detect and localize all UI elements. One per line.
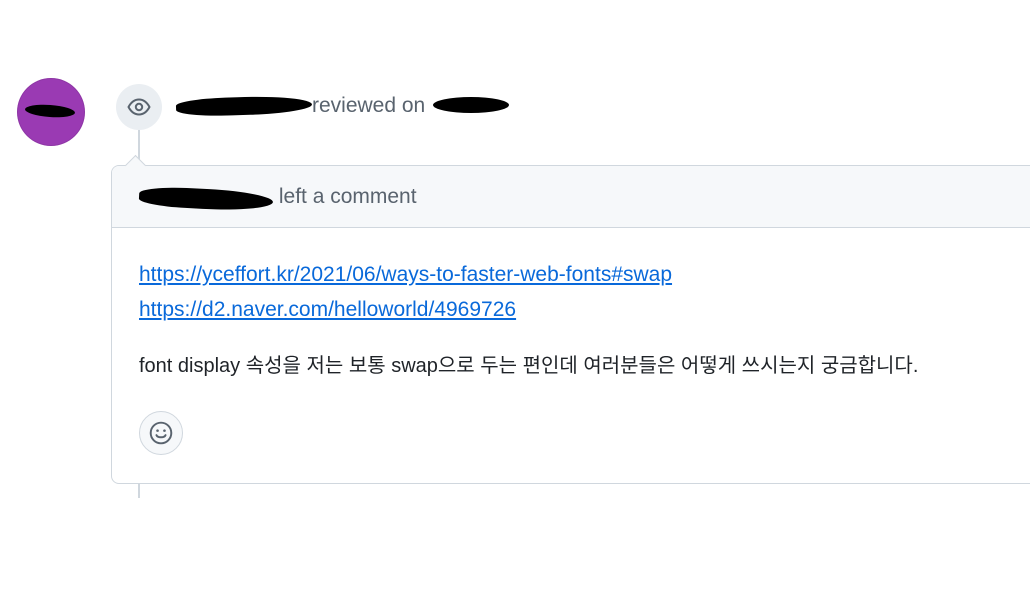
comment-link-yceffort[interactable]: https://yceffort.kr/2021/06/ways-to-fast… [139,257,1030,292]
eye-icon [127,98,151,116]
add-reaction-button[interactable] [139,411,183,455]
date-redaction [431,95,511,115]
author-redaction [175,94,313,118]
timeline-badge [116,84,162,130]
avatar-redaction [24,103,76,119]
timeline-connector-bottom [138,482,140,498]
commenter-redaction [138,185,274,213]
comment-header: left a comment [112,166,1030,228]
timeline-stage: reviewed on left a comment https://yceff… [0,0,1030,606]
comment-body: https://yceffort.kr/2021/06/ways-to-fast… [112,228,1030,380]
comment-box: left a comment https://yceffort.kr/2021/… [111,165,1030,484]
comment-header-text: left a comment [138,185,417,213]
event-action: reviewed on [312,94,426,117]
comment-header-label: left a comment [278,185,417,208]
comment-text: font display 속성을 저는 보통 swap으로 두는 편인데 여러분… [139,355,919,377]
avatar[interactable] [17,78,85,146]
review-event-line: reviewed on [175,94,511,118]
comment-link-naver[interactable]: https://d2.naver.com/helloworld/4969726 [139,292,1030,327]
smiley-icon [149,421,173,445]
